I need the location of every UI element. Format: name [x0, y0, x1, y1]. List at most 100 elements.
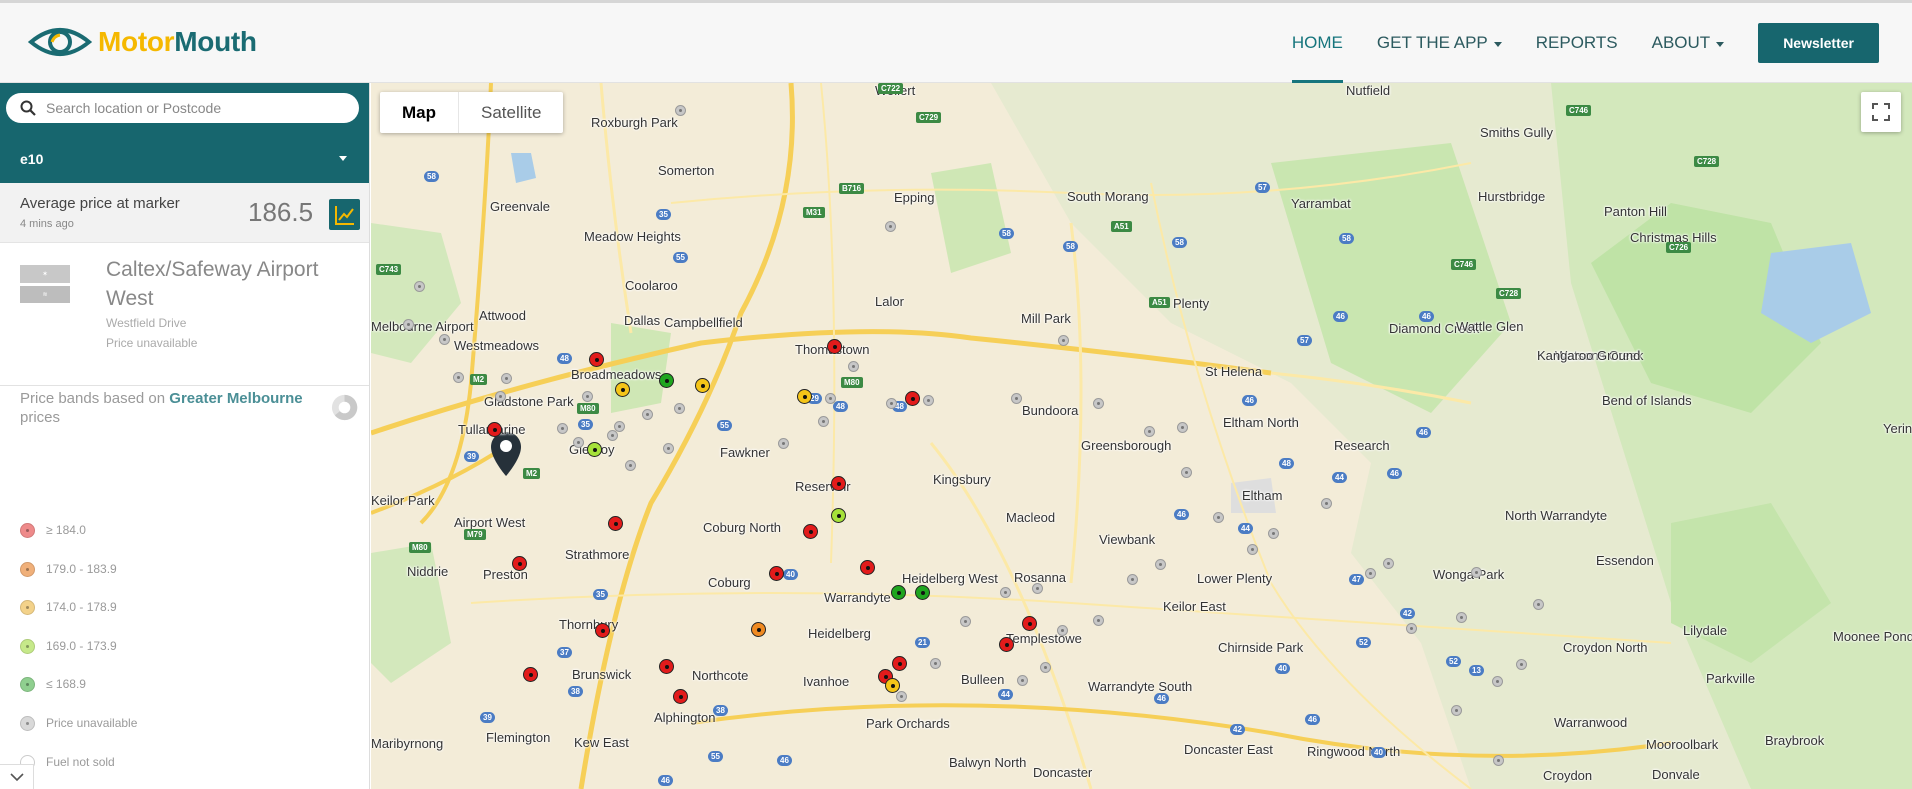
station-marker-unavailable[interactable]: [1493, 755, 1504, 766]
station-marker-red[interactable]: [769, 566, 784, 581]
station-marker-unavailable[interactable]: [1177, 422, 1188, 433]
station-marker-unavailable[interactable]: [1058, 335, 1069, 346]
collapse-panel-button[interactable]: [0, 764, 34, 789]
station-marker-red[interactable]: [589, 352, 604, 367]
station-marker-unavailable[interactable]: [642, 409, 653, 420]
station-marker-unavailable[interactable]: [501, 373, 512, 384]
station-marker-unavailable[interactable]: [1247, 544, 1258, 555]
station-marker-unavailable[interactable]: [625, 460, 636, 471]
station-marker-red[interactable]: [892, 656, 907, 671]
station-marker-lime[interactable]: [831, 508, 846, 523]
nav-item-home[interactable]: HOME: [1291, 3, 1343, 84]
station-marker-unavailable[interactable]: [1383, 558, 1394, 569]
station-marker-unavailable[interactable]: [607, 430, 618, 441]
station-marker-red[interactable]: [659, 659, 674, 674]
station-marker-unavailable[interactable]: [1057, 625, 1068, 636]
station-marker-unavailable[interactable]: [1093, 398, 1104, 409]
station-marker-unavailable[interactable]: [453, 372, 464, 383]
motormouth-logo[interactable]: MotorMouth: [28, 22, 257, 62]
station-marker-red[interactable]: [487, 422, 502, 437]
station-marker-red[interactable]: [827, 339, 842, 354]
station-marker-yellow[interactable]: [695, 378, 710, 393]
nav-item-about[interactable]: ABOUT: [1652, 3, 1725, 83]
station-marker-unavailable[interactable]: [778, 438, 789, 449]
station-marker-unavailable[interactable]: [403, 319, 414, 330]
price-chart-button[interactable]: [329, 199, 360, 230]
fuel-type-select[interactable]: e10: [0, 134, 369, 183]
station-marker-unavailable[interactable]: [960, 616, 971, 627]
satellite-view-button[interactable]: Satellite: [459, 92, 563, 133]
station-marker-unavailable[interactable]: [1268, 528, 1279, 539]
station-marker-red[interactable]: [831, 476, 846, 491]
station-marker-unavailable[interactable]: [1406, 623, 1417, 634]
station-marker-red[interactable]: [512, 556, 527, 571]
station-marker-red[interactable]: [905, 391, 920, 406]
newsletter-button[interactable]: Newsletter: [1758, 23, 1879, 63]
station-marker-unavailable[interactable]: [1017, 675, 1028, 686]
station-marker-unavailable[interactable]: [414, 281, 425, 292]
search-input[interactable]: [46, 100, 346, 116]
station-marker-unavailable[interactable]: [675, 105, 686, 116]
station-card[interactable]: ✶ ≋ Caltex/Safeway Airport West Westfiel…: [0, 243, 369, 386]
station-marker-unavailable[interactable]: [923, 395, 934, 406]
station-marker-red[interactable]: [860, 560, 875, 575]
station-marker-unavailable[interactable]: [1492, 676, 1503, 687]
selected-station-pin-icon[interactable]: [489, 430, 523, 478]
station-marker-unavailable[interactable]: [896, 691, 907, 702]
nav-item-get-the-app[interactable]: GET THE APP: [1377, 3, 1502, 83]
nav-item-reports[interactable]: REPORTS: [1536, 3, 1618, 83]
station-marker-unavailable[interactable]: [1093, 615, 1104, 626]
region-pie-icon[interactable]: [330, 393, 359, 422]
station-marker-unavailable[interactable]: [439, 334, 450, 345]
station-marker-green[interactable]: [891, 585, 906, 600]
station-marker-orange[interactable]: [751, 622, 766, 637]
station-marker-red[interactable]: [608, 516, 623, 531]
station-marker-unavailable[interactable]: [663, 443, 674, 454]
station-marker-green[interactable]: [659, 373, 674, 388]
station-marker-unavailable[interactable]: [1456, 612, 1467, 623]
station-marker-yellow[interactable]: [797, 389, 812, 404]
station-marker-unavailable[interactable]: [885, 221, 896, 232]
station-marker-unavailable[interactable]: [582, 391, 593, 402]
station-marker-unavailable[interactable]: [1011, 393, 1022, 404]
station-marker-unavailable[interactable]: [1040, 662, 1051, 673]
station-marker-unavailable[interactable]: [573, 437, 584, 448]
road-shield-icon: B716: [839, 183, 865, 194]
station-marker-unavailable[interactable]: [557, 423, 568, 434]
station-marker-red[interactable]: [1022, 616, 1037, 631]
station-marker-unavailable[interactable]: [1181, 467, 1192, 478]
station-marker-unavailable[interactable]: [886, 398, 897, 409]
station-marker-yellow[interactable]: [615, 382, 630, 397]
station-marker-red[interactable]: [999, 637, 1014, 652]
station-marker-unavailable[interactable]: [1321, 498, 1332, 509]
fullscreen-button[interactable]: [1861, 92, 1901, 132]
station-marker-unavailable[interactable]: [825, 393, 836, 404]
station-marker-unavailable[interactable]: [1000, 587, 1011, 598]
station-marker-unavailable[interactable]: [1127, 574, 1138, 585]
map-canvas[interactable]: Map Satellite WollertNutfieldRoxburgh Pa…: [371, 83, 1912, 789]
station-marker-unavailable[interactable]: [1144, 426, 1155, 437]
station-marker-unavailable[interactable]: [614, 421, 625, 432]
station-marker-unavailable[interactable]: [1032, 583, 1043, 594]
region-link[interactable]: Greater Melbourne: [169, 390, 302, 407]
station-marker-red[interactable]: [803, 524, 818, 539]
station-marker-unavailable[interactable]: [818, 416, 829, 427]
station-marker-unavailable[interactable]: [1213, 512, 1224, 523]
station-marker-red[interactable]: [523, 667, 538, 682]
station-marker-red[interactable]: [595, 623, 610, 638]
station-marker-unavailable[interactable]: [1365, 568, 1376, 579]
station-marker-unavailable[interactable]: [495, 391, 506, 402]
station-marker-unavailable[interactable]: [1516, 659, 1527, 670]
station-marker-green[interactable]: [915, 585, 930, 600]
station-marker-unavailable[interactable]: [1533, 599, 1544, 610]
station-marker-lime[interactable]: [587, 442, 602, 457]
station-marker-unavailable[interactable]: [1155, 559, 1166, 570]
map-view-button[interactable]: Map: [380, 92, 459, 133]
station-marker-unavailable[interactable]: [930, 658, 941, 669]
station-marker-unavailable[interactable]: [1451, 705, 1462, 716]
station-marker-unavailable[interactable]: [1471, 567, 1482, 578]
station-marker-unavailable[interactable]: [848, 361, 859, 372]
station-marker-red[interactable]: [673, 689, 688, 704]
station-marker-unavailable[interactable]: [674, 403, 685, 414]
search-box[interactable]: [6, 93, 359, 123]
